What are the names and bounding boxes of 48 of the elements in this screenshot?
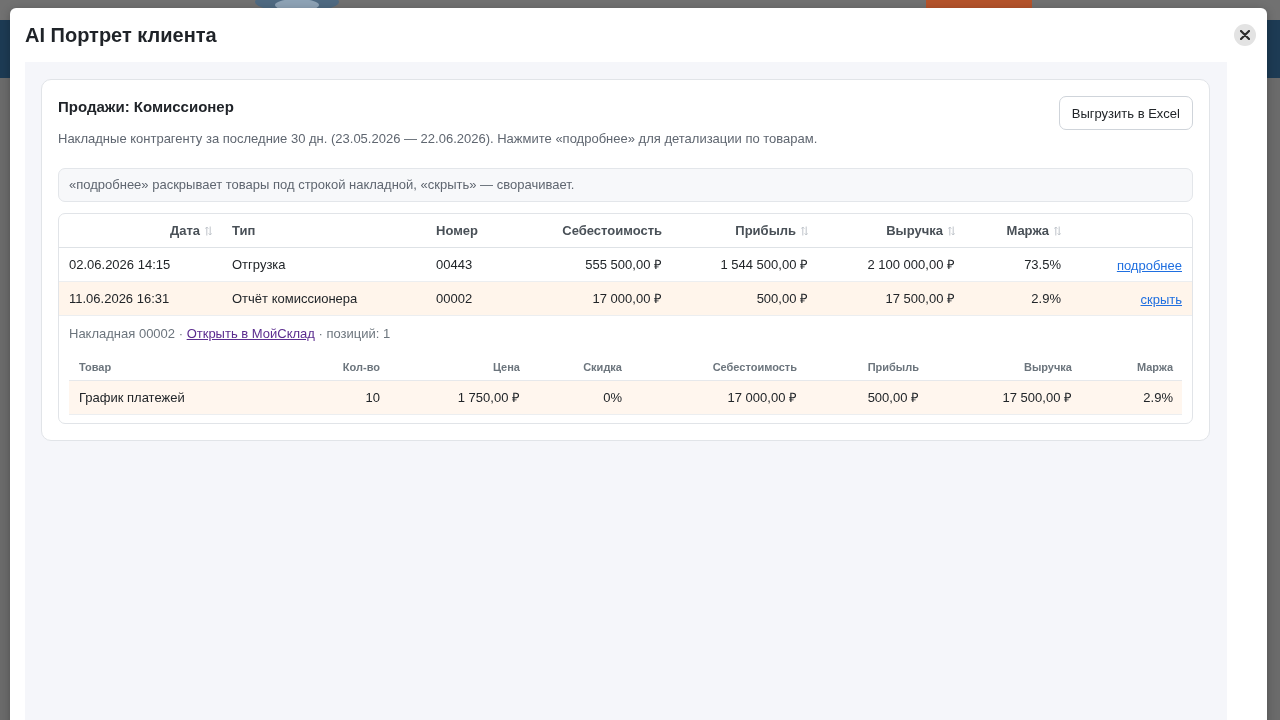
table-cell-text: График платежей	[78, 388, 186, 407]
table-cell-text: 2 100 000,00 ₽	[866, 255, 956, 274]
details-link[interactable]: скрыть	[1140, 291, 1182, 307]
export-button[interactable]: Выгрузить в Excel	[1058, 96, 1193, 130]
table-cell-text: 00443	[435, 255, 474, 274]
column-header: Номер	[435, 223, 479, 238]
table-cell-text: 500,00 ₽	[755, 289, 809, 308]
invoice-summary: Накладная 00002 · Открыть в МойСклад · позиций: 1	[69, 325, 392, 343]
table-cell-text: 1 750,00 ₽	[456, 388, 521, 407]
table-cell-text: 2.9%	[1142, 388, 1174, 407]
column-header: Цена	[491, 361, 521, 373]
column-header: Маржа	[1135, 361, 1175, 373]
column-header[interactable]: Маржа	[965, 223, 1071, 238]
column-header: Выручка	[1022, 361, 1073, 373]
close-button[interactable]	[1234, 24, 1256, 46]
column-header[interactable]: Дата	[59, 223, 222, 238]
table-cell-text: 17 000,00 ₽	[591, 289, 663, 308]
column-header: Скидка	[582, 361, 623, 373]
table-cell-text: 555 500,00 ₽	[584, 255, 663, 274]
column-header[interactable]: Прибыль	[672, 223, 818, 238]
close-icon	[1240, 30, 1250, 40]
table-cell-text: 1 544 500,00 ₽	[719, 255, 809, 274]
open-link[interactable]: Открыть в МойСклад	[186, 326, 315, 341]
table-cell-text: 0%	[602, 388, 623, 407]
column-header: Прибыль	[866, 361, 920, 373]
table-cell-text: 17 000,00 ₽	[726, 388, 798, 407]
table-cell-text: 500,00 ₽	[866, 388, 920, 407]
column-header: Себестоимость	[561, 223, 663, 238]
table-cell-text: 10	[364, 388, 381, 407]
column-header: Товар	[78, 361, 113, 373]
report-subtitle: Накладные контрагенту за последние 30 дн. (23.05.2026 — 22.06.2026). Нажмите «подробнее» для детализации по товарам.	[58, 130, 818, 148]
column-header: Себестоимость	[711, 361, 798, 373]
table-cell-text: Отгрузка	[231, 255, 287, 274]
window-title: AI Портрет клиента	[25, 23, 217, 47]
table-cell-text: 00002	[435, 289, 474, 308]
table-cell-text: 11.06.2026 16:31	[68, 289, 171, 308]
table-cell-text: Отчёт комиссионера	[231, 289, 359, 308]
table-cell-text: 02.06.2026 14:15	[68, 255, 172, 274]
table-cell-text: 73.5%	[1023, 255, 1062, 274]
hint-box: «подробнее» раскрывает товары под строкой накладной, «скрыть» — сворачивает.	[58, 168, 1193, 202]
table-cell-text: 17 500,00 ₽	[1001, 388, 1073, 407]
table-cell-text: 2.9%	[1030, 289, 1062, 308]
column-header[interactable]: Выручка	[818, 223, 965, 238]
table-cell-text: 17 500,00 ₽	[884, 289, 956, 308]
report-title: Продажи: Комиссионер	[58, 97, 235, 117]
details-link[interactable]: подробнее	[1116, 257, 1182, 273]
column-header: Кол-во	[341, 361, 381, 373]
column-header: Тип	[231, 223, 257, 238]
